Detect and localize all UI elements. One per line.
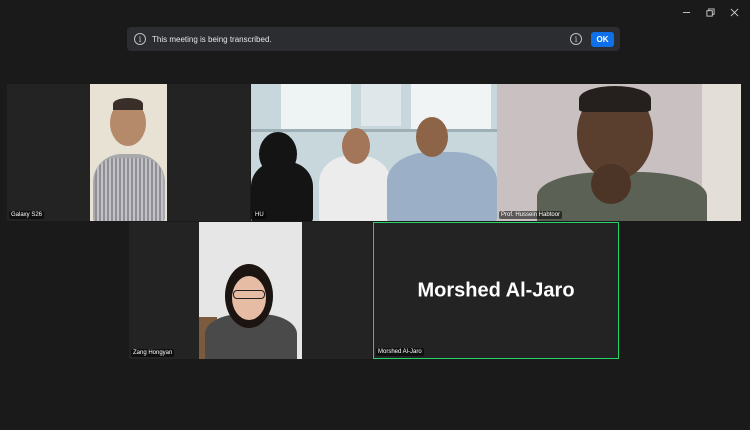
info-icon: i — [134, 33, 146, 45]
participant-video — [497, 84, 741, 221]
minimize-icon — [682, 11, 690, 13]
restore-icon — [705, 7, 715, 17]
participant-display-name: Morshed Al-Jaro — [417, 279, 575, 301]
participant-video — [90, 84, 167, 221]
ok-button[interactable]: OK — [591, 31, 614, 47]
participant-name: HU — [253, 211, 266, 219]
restore-button[interactable] — [698, 4, 722, 20]
transcription-banner: i This meeting is being transcribed. i O… — [127, 27, 620, 51]
window-controls — [674, 4, 746, 20]
video-tile[interactable]: Zang Hongyan — [129, 222, 372, 359]
minimize-button[interactable] — [674, 4, 698, 20]
active-speaker-tile[interactable]: Morshed Al-Jaro Morshed Al-Jaro — [373, 222, 619, 359]
banner-message: This meeting is being transcribed. — [152, 34, 272, 44]
participant-video — [199, 222, 302, 359]
close-button[interactable] — [722, 4, 746, 20]
participant-name: Galaxy S26 — [9, 211, 45, 219]
participant-name: Morshed Al-Jaro — [376, 348, 424, 356]
participant-video — [251, 84, 497, 221]
info-icon[interactable]: i — [570, 33, 582, 45]
video-tile[interactable]: HU — [251, 84, 497, 221]
close-icon — [730, 8, 738, 16]
participant-name: Prof. Hussein Habtoor — [499, 211, 563, 219]
participant-name: Zang Hongyan — [131, 349, 175, 357]
video-tile[interactable]: Galaxy S26 — [7, 84, 250, 221]
video-tile[interactable]: Prof. Hussein Habtoor — [497, 84, 741, 221]
